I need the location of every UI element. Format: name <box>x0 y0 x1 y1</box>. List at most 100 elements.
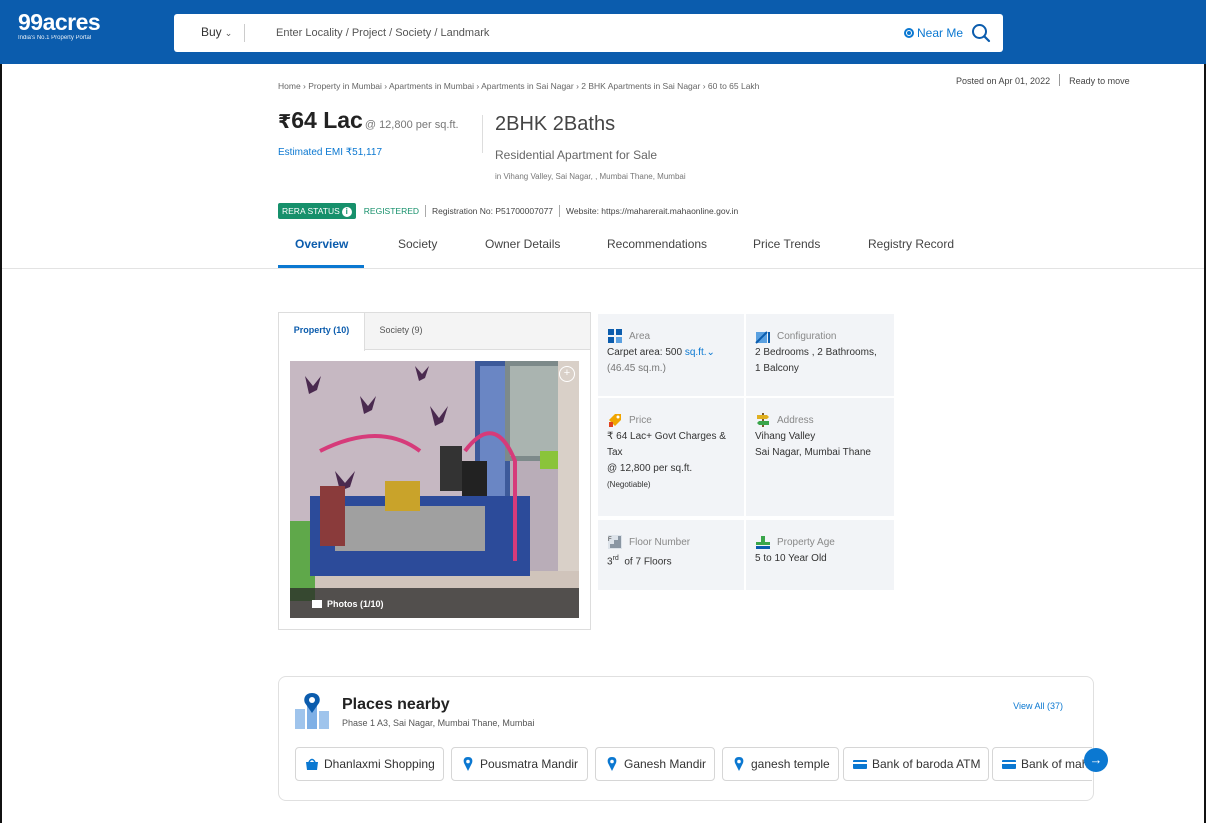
rera-badge-label: RERA STATUS <box>282 206 340 216</box>
info-icon: i <box>341 207 352 217</box>
tab-registry-record[interactable]: Registry Record <box>868 237 954 251</box>
detail-floor: F Floor Number 3rd of 7 Floors <box>598 520 744 590</box>
rera-status: REGISTERED <box>363 206 420 216</box>
places-subtitle: Phase 1 A3, Sai Nagar, Mumbai Thane, Mum… <box>342 718 535 728</box>
rera-divider <box>425 205 427 217</box>
floor-icon: F <box>608 535 622 549</box>
tab-price-trends[interactable]: Price Trends <box>753 237 820 251</box>
posted-date: Posted on Apr 01, 2022 <box>956 76 1051 86</box>
buy-dropdown[interactable]: Buy ⌄ <box>201 25 232 39</box>
rera-badge[interactable]: RERA STATUS i <box>278 203 356 219</box>
price-tag-icon <box>609 414 621 427</box>
near-me-label: Near Me <box>917 26 964 40</box>
room-photo-image <box>290 361 579 618</box>
places-title: Places nearby <box>342 696 450 713</box>
area-icon <box>608 329 622 343</box>
gallery-tabs: Property (10) Society (9) <box>279 313 590 351</box>
address-value-2: Sai Nagar, Mumbai Thane <box>755 447 871 458</box>
gallery-tab-society[interactable]: Society (9) <box>365 313 437 350</box>
near-me-button[interactable]: Near Me <box>904 26 963 40</box>
place-chip-label: Pousmatra Mandir <box>480 757 579 771</box>
area-sqm: (46.45 sq.m.) <box>607 363 666 374</box>
tab-society[interactable]: Society <box>398 237 437 251</box>
detail-configuration: Configuration 2 Bedrooms , 2 Bathrooms, … <box>746 314 894 396</box>
arrow-right-icon[interactable]: → <box>1084 748 1108 772</box>
property-type: Residential Apartment for Sale <box>495 148 658 162</box>
zoom-in-icon[interactable]: + <box>559 366 575 382</box>
view-all-link[interactable]: View All (37) <box>1013 701 1063 711</box>
breadcrumb[interactable]: Home › Property in Mumbai › Apartments i… <box>278 81 759 91</box>
place-chip[interactable]: Ganesh Mandir <box>595 747 715 781</box>
floor-total: of 7 Floors <box>624 556 672 568</box>
places-nearby-card: Places nearby Phase 1 A3, Sai Nagar, Mum… <box>278 676 1108 801</box>
area-value: Carpet area: 500 <box>607 347 683 358</box>
configuration-icon <box>755 331 770 344</box>
places-chip-list: Dhanlaxmi Shopping Pousmatra Mandir Gane… <box>295 747 1092 783</box>
search-icon <box>972 24 991 43</box>
rera-registration: Registration No: P51700007077 <box>432 206 554 216</box>
rera-divider <box>559 205 561 217</box>
configuration-label-row: Configuration <box>755 328 886 344</box>
place-chip-label: Bank of maharashtra <box>1021 757 1092 771</box>
place-chip[interactable]: Bank of maharashtra <box>992 747 1092 781</box>
currency-symbol: ₹ <box>278 112 292 133</box>
place-chip[interactable]: Dhanlaxmi Shopping <box>295 747 444 781</box>
photos-counter[interactable]: Photos (1/10) <box>290 588 579 618</box>
location-pin-icon <box>607 757 617 771</box>
search-bar: Buy⌄ Near Me <box>174 14 1003 52</box>
price-per-sqft: @ 12,800 per sq.ft. <box>364 119 459 131</box>
configuration-label: Configuration <box>777 330 837 342</box>
search-button[interactable] <box>970 22 992 44</box>
floor-suffix: rd <box>612 555 619 562</box>
configuration-value-2: 1 Balcony <box>755 363 799 374</box>
floor-value-row: 3rd of 7 Floors <box>607 552 736 569</box>
site-logo[interactable]: 99acres India's No.1 Property Portal <box>18 10 101 41</box>
gallery-tab-property[interactable]: Property (10) <box>279 313 365 351</box>
search-divider <box>244 24 245 42</box>
area-label-row: Area <box>607 328 736 344</box>
price-amount: 64 Lac <box>291 107 363 133</box>
emi-link[interactable]: Estimated EMI ₹51,117 <box>278 147 382 158</box>
price-detail-per-sqft: @ 12,800 per sq.ft. <box>607 463 693 474</box>
tab-recommendations[interactable]: Recommendations <box>607 237 707 251</box>
detail-address: Address Vihang Valley Sai Nagar, Mumbai … <box>746 398 894 516</box>
top-header: 99acres India's No.1 Property Portal Buy… <box>0 0 1206 64</box>
title-divider <box>482 115 483 153</box>
signpost-icon <box>757 413 769 427</box>
rera-row: RERA STATUS i REGISTERED Registration No:… <box>278 203 738 219</box>
place-chip[interactable]: ganesh temple <box>722 747 839 781</box>
tab-owner-details[interactable]: Owner Details <box>485 237 560 251</box>
place-chip[interactable]: Bank of baroda ATM <box>843 747 989 781</box>
place-chip-label: Ganesh Mandir <box>624 757 707 771</box>
property-photo[interactable]: + Photos (1/10) <box>290 361 579 618</box>
address-label-row: Address <box>755 412 886 428</box>
location-pin-icon <box>734 757 744 771</box>
building-age-icon <box>756 536 770 549</box>
tabs-divider <box>2 268 1204 269</box>
meta-divider <box>1059 74 1061 86</box>
age-value: 5 to 10 Year Old <box>755 553 827 564</box>
card-icon <box>1002 760 1016 769</box>
ready-status: Ready to move <box>1069 76 1130 86</box>
property-location: in Vihang Valley, Sai Nagar, , Mumbai Th… <box>495 172 686 181</box>
place-chip-label: Dhanlaxmi Shopping <box>324 757 435 771</box>
shopping-bag-icon <box>306 758 318 770</box>
age-label-row: Property Age <box>755 534 886 550</box>
search-input[interactable] <box>276 21 836 45</box>
price-detail-value: ₹ 64 Lac+ Govt Charges & <box>607 431 726 442</box>
area-unit-dropdown[interactable]: sq.ft.⌄ <box>685 347 715 358</box>
place-chip-label: ganesh temple <box>751 757 830 771</box>
place-chip[interactable]: Pousmatra Mandir <box>451 747 588 781</box>
detail-price: Price ₹ 64 Lac+ Govt Charges & Tax @ 12,… <box>598 398 744 516</box>
svg-text:F: F <box>608 537 612 543</box>
locate-icon <box>904 28 914 38</box>
price-label: Price <box>629 414 652 426</box>
buy-label: Buy <box>201 25 222 39</box>
location-pin-icon <box>463 757 473 771</box>
tab-overview[interactable]: Overview <box>295 237 348 251</box>
card-icon <box>853 760 867 769</box>
rera-website[interactable]: Website: https://maharerait.mahaonline.g… <box>566 206 738 216</box>
price-block: ₹64 Lac @ 12,800 per sq.ft. <box>278 107 459 134</box>
logo-tagline: India's No.1 Property Portal <box>18 35 92 41</box>
detail-area: Area Carpet area: 500 sq.ft.⌄ (46.45 sq.… <box>598 314 744 396</box>
